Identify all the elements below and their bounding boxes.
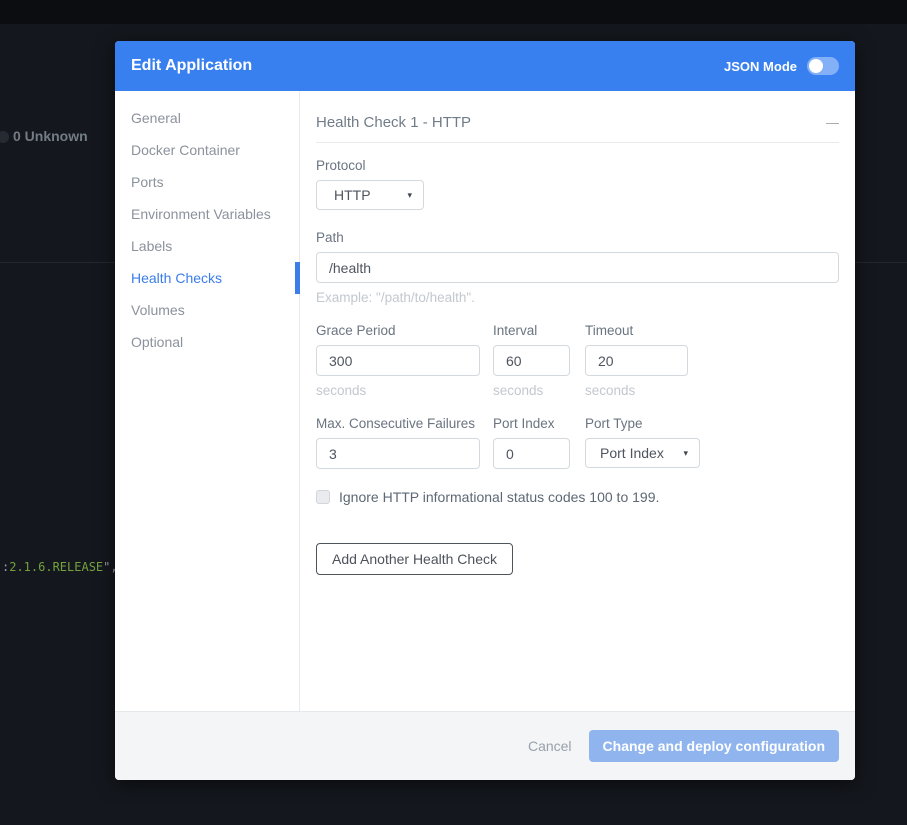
- port-index-input[interactable]: [493, 438, 570, 469]
- sidebar-item-general[interactable]: General: [115, 102, 299, 134]
- sidebar-item-label: Environment Variables: [131, 206, 271, 222]
- chevron-down-icon: ▾: [683, 448, 688, 459]
- cancel-button[interactable]: Cancel: [528, 738, 572, 754]
- unknown-status-dot-icon: [0, 131, 9, 143]
- sidebar-item-health-checks[interactable]: Health Checks: [115, 262, 299, 294]
- sidebar-item-label: Volumes: [131, 302, 185, 318]
- sidebar-item-optional[interactable]: Optional: [115, 326, 299, 358]
- interval-label: Interval: [493, 323, 570, 338]
- health-check-section-header: Health Check 1 - HTTP —: [316, 114, 839, 143]
- sidebar-item-label: Docker Container: [131, 142, 240, 158]
- code-version: 2.1.6.RELEASE: [9, 560, 103, 574]
- toggle-knob-icon: [809, 59, 823, 73]
- sidebar-item-label: Health Checks: [131, 270, 222, 286]
- protocol-value: HTTP: [334, 187, 371, 203]
- health-check-section-title: Health Check 1 - HTTP: [316, 114, 471, 131]
- timeout-label: Timeout: [585, 323, 688, 338]
- sidebar-item-docker-container[interactable]: Docker Container: [115, 134, 299, 166]
- grace-period-input[interactable]: [316, 345, 480, 376]
- protocol-select[interactable]: HTTP ▾: [316, 180, 424, 210]
- sidebar-item-label: Optional: [131, 334, 183, 350]
- port-index-label: Port Index: [493, 416, 570, 431]
- sidebar-item-volumes[interactable]: Volumes: [115, 294, 299, 326]
- protocol-label: Protocol: [316, 158, 839, 173]
- modal-body: General Docker Container Ports Environme…: [115, 91, 855, 711]
- health-checks-panel: Health Check 1 - HTTP — Protocol HTTP ▾ …: [300, 91, 855, 711]
- path-label: Path: [316, 230, 839, 245]
- unknown-status-legend: 0 Unknown: [13, 128, 88, 144]
- deploy-configuration-button[interactable]: Change and deploy configuration: [589, 730, 839, 762]
- chevron-down-icon: ▾: [407, 190, 412, 201]
- port-fields-row: Max. Consecutive Failures Port Index Por…: [316, 398, 839, 469]
- modal-sidebar: General Docker Container Ports Environme…: [115, 91, 300, 711]
- interval-unit: seconds: [493, 383, 570, 398]
- modal-title: Edit Application: [131, 57, 252, 75]
- sidebar-item-label: Labels: [131, 238, 172, 254]
- interval-input[interactable]: [493, 345, 570, 376]
- collapse-minus-icon[interactable]: —: [826, 116, 839, 129]
- add-health-check-button[interactable]: Add Another Health Check: [316, 543, 513, 575]
- timeout-input[interactable]: [585, 345, 688, 376]
- modal-footer: Cancel Change and deploy configuration: [115, 711, 855, 780]
- json-mode-label: JSON Mode: [724, 59, 797, 74]
- background-code-snippet: :2.1.6.RELEASE",: [2, 560, 118, 574]
- port-type-select[interactable]: Port Index ▾: [585, 438, 700, 468]
- grace-period-label: Grace Period: [316, 323, 480, 338]
- port-type-value: Port Index: [600, 445, 664, 461]
- sidebar-item-label: General: [131, 110, 181, 126]
- port-type-label: Port Type: [585, 416, 700, 431]
- ignore-http-row: Ignore HTTP informational status codes 1…: [316, 489, 839, 505]
- max-failures-label: Max. Consecutive Failures: [316, 416, 480, 431]
- timeout-unit: seconds: [585, 383, 688, 398]
- sidebar-item-ports[interactable]: Ports: [115, 166, 299, 198]
- sidebar-item-environment-variables[interactable]: Environment Variables: [115, 198, 299, 230]
- json-mode-control: JSON Mode: [724, 57, 839, 75]
- json-mode-toggle[interactable]: [807, 57, 839, 75]
- ignore-http-checkbox[interactable]: [316, 490, 330, 504]
- timing-fields-row: Grace Period seconds Interval seconds Ti…: [316, 305, 839, 398]
- active-indicator: [295, 262, 300, 294]
- path-input[interactable]: [316, 252, 839, 283]
- background-top-bar: [0, 0, 907, 24]
- edit-application-modal: Edit Application JSON Mode General Docke…: [115, 41, 855, 780]
- ignore-http-label: Ignore HTTP informational status codes 1…: [339, 489, 659, 505]
- max-failures-input[interactable]: [316, 438, 480, 469]
- sidebar-item-label: Ports: [131, 174, 164, 190]
- modal-header: Edit Application JSON Mode: [115, 41, 855, 91]
- sidebar-item-labels[interactable]: Labels: [115, 230, 299, 262]
- grace-period-unit: seconds: [316, 383, 480, 398]
- path-help-text: Example: "/path/to/health".: [316, 290, 839, 305]
